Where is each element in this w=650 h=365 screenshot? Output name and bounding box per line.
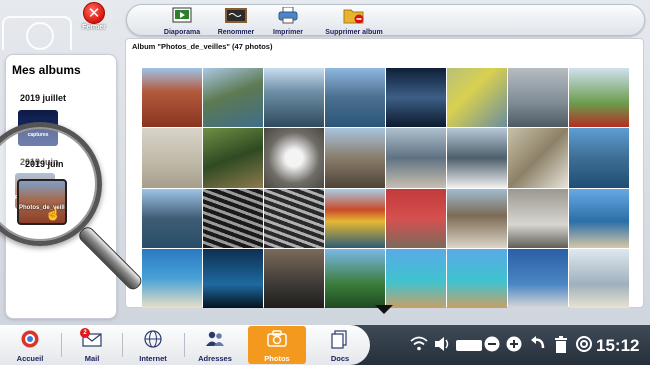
album-label-2019-juillet: 2019 juillet [20,93,67,103]
photo-thumbnail[interactable] [508,188,568,248]
zoom-in-icon[interactable] [506,336,522,352]
album-title: Album "Photos_de_veilles" (47 photos) [132,42,273,51]
camera-outline-decoration [2,16,72,50]
volume-bar[interactable] [456,340,482,351]
photo-thumbnail[interactable] [325,68,385,128]
taskbar-separator [184,333,185,357]
photo-thumbnail[interactable] [142,248,202,308]
docs-icon [331,330,347,349]
clock: 15:12 [596,336,640,355]
photo-thumbnail[interactable] [447,248,507,308]
photo-thumbnail[interactable] [325,128,385,188]
photo-thumbnail[interactable] [386,188,446,248]
photo-thumbnail[interactable] [264,188,324,248]
photo-thumbnail[interactable] [508,68,568,128]
taskbar-internet[interactable]: Internet [127,326,179,364]
taskbar-contacts[interactable]: Adresses [189,326,241,364]
photo-thumbnail[interactable] [325,248,385,308]
photo-thumbnail[interactable] [569,68,629,128]
back-arrow-icon[interactable] [530,336,546,352]
taskbar-home-label: Accueil [16,354,44,363]
photo-thumbnail[interactable] [569,128,629,188]
rename-button[interactable]: Renommer [213,7,259,36]
taskbar-mail-label: Mail [84,354,100,363]
photo-thumbnail[interactable] [386,128,446,188]
photo-thumbnail[interactable] [264,128,324,188]
photo-thumbnail[interactable] [142,68,202,128]
sidebar-title: Mes albums [12,63,81,77]
photo-thumbnail[interactable] [203,188,263,248]
close-label: Fermer [82,24,106,31]
rename-label: Renommer [217,29,255,36]
photo-thumbnail[interactable] [203,128,263,188]
trash-icon[interactable] [554,336,568,353]
taskbar-mail[interactable]: Mail [66,326,118,364]
taskbar-internet-label: Internet [139,354,167,363]
volume-icon[interactable] [434,336,452,352]
photo-thumbnail[interactable] [569,248,629,308]
delete-album-label: Supprimer album [325,29,383,36]
slideshow-icon [172,7,192,23]
taskbar-photos-label: Photos [264,354,290,363]
close-icon: ✕ [83,2,105,24]
mail-badge: 2 [80,328,90,338]
printer-icon [278,6,298,24]
zoom-out-icon[interactable] [484,336,500,352]
contacts-icon [206,331,224,346]
photo-thumbnail[interactable] [569,188,629,248]
photo-thumbnail[interactable] [386,248,446,308]
photo-grid [142,68,629,308]
photo-thumbnail[interactable] [325,188,385,248]
toolbar: Diaporama Renommer Imprimer Supprimer al… [126,4,645,36]
photo-thumbnail[interactable] [508,128,568,188]
taskbar-photos[interactable]: Photos [248,326,306,364]
scroll-down-arrow[interactable] [375,305,393,314]
delete-album-icon [343,9,364,24]
album-panel: Album "Photos_de_veilles" (47 photos) [125,38,644,308]
photo-thumbnail[interactable] [447,68,507,128]
taskbar-home[interactable]: Accueil [4,326,56,364]
wifi-icon[interactable] [410,336,428,352]
taskbar-contacts-label: Adresses [198,354,232,363]
photo-thumbnail[interactable] [142,188,202,248]
help-lifebuoy-icon[interactable] [576,336,592,352]
photo-thumbnail[interactable] [447,128,507,188]
taskbar-docs-label: Docs [330,354,350,363]
camera-icon [267,330,287,347]
globe-icon [144,330,162,348]
rename-board-icon [225,8,247,23]
magnified-album-label: 2019 juin [25,159,64,169]
taskbar-docs[interactable]: Docs [314,326,366,364]
slideshow-label: Diaporama [163,29,201,36]
photo-thumbnail[interactable] [142,128,202,188]
photo-thumbnail[interactable] [264,248,324,308]
photo-thumbnail[interactable] [508,248,568,308]
photo-thumbnail[interactable] [386,68,446,128]
photo-thumbnail[interactable] [447,188,507,248]
close-button[interactable]: ✕ Fermer [76,2,112,32]
photo-thumbnail[interactable] [264,68,324,128]
taskbar-separator [122,333,123,357]
slideshow-button[interactable]: Diaporama [159,7,205,36]
home-icon [21,330,39,348]
delete-album-button[interactable]: Supprimer album [321,7,387,36]
taskbar-separator [61,333,62,357]
photo-thumbnail[interactable] [203,68,263,128]
photo-thumbnail[interactable] [203,248,263,308]
magnified-album-thumb: Photos_de_veilles ☝ [17,179,67,225]
print-label: Imprimer [273,29,303,36]
print-button[interactable]: Imprimer [265,6,311,36]
hand-cursor-icon: ☝ [45,206,62,221]
